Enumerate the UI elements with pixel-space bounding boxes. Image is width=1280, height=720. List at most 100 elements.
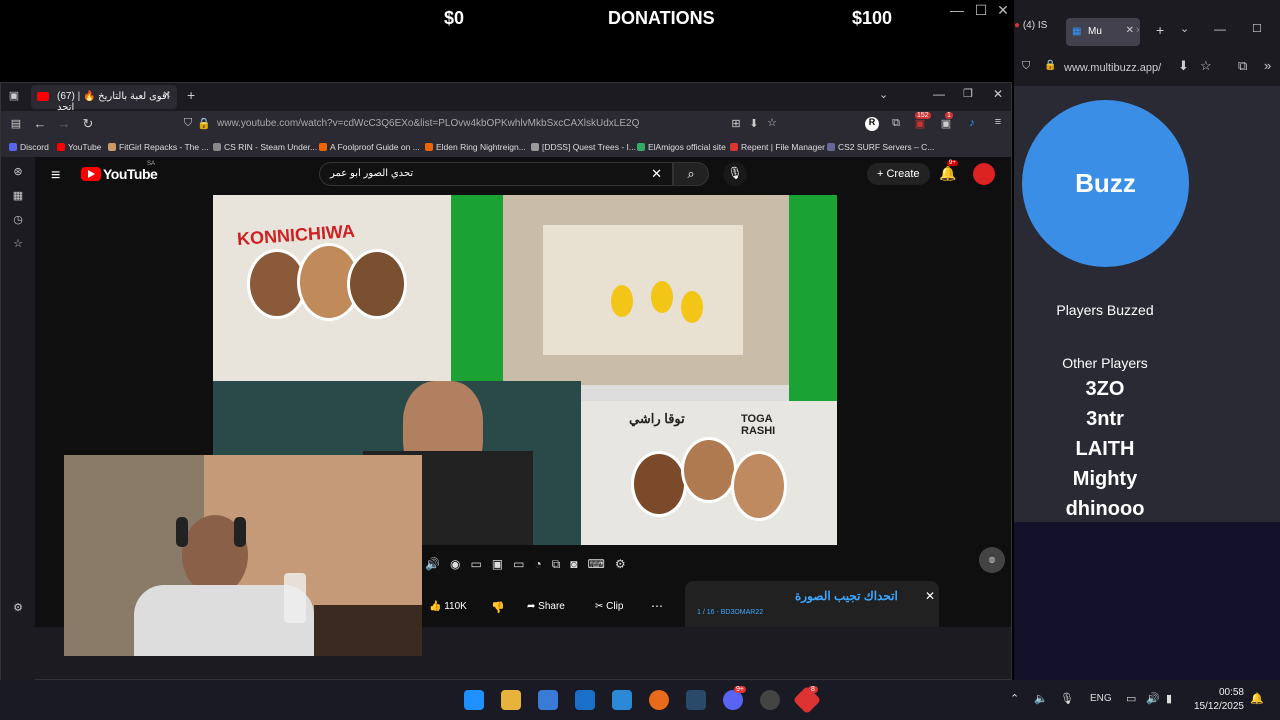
keyboard-icon[interactable]: ⌨ [588, 557, 615, 571]
minimize-icon[interactable]: — [1214, 22, 1226, 36]
forward-icon[interactable]: → [57, 116, 71, 131]
address-bar[interactable]: www.youtube.com/watch?v=cdWcC3Q6EXo&list… [217, 118, 639, 129]
playlist-panel[interactable]: اتحداك تجيب الصورة 1 / 16 - BD3OMAR22 ✕ [685, 581, 939, 627]
avatar[interactable] [973, 163, 995, 185]
new-tab-icon[interactable]: + [1156, 22, 1164, 38]
battery-icon[interactable]: ▮ [1166, 692, 1172, 705]
firefox-icon[interactable] [649, 690, 669, 710]
screenshot-icon[interactable]: ◙ [570, 557, 587, 571]
shield-icon[interactable]: ⛉ [1022, 60, 1030, 73]
bookmark-star-icon[interactable]: ☆ [765, 116, 779, 130]
shield-icon[interactable]: ⛉ [181, 117, 195, 131]
volume-icon[interactable]: 🔊 [425, 557, 450, 571]
minimize-icon[interactable]: — [933, 87, 945, 101]
back-icon[interactable]: ← [33, 116, 47, 131]
clock-date[interactable]: 15/12/2025 [1188, 701, 1244, 712]
sidebar-toggle-icon[interactable]: ▤ [9, 117, 23, 131]
close-icon[interactable]: ✕ [993, 87, 1003, 101]
extension2-icon[interactable]: ▣ [939, 117, 953, 131]
volume-icon[interactable]: 🔊 [1146, 692, 1160, 705]
youtube-logo-icon[interactable] [81, 167, 101, 181]
tab-overview-icon[interactable]: ▣ [7, 89, 21, 103]
bookmark-fitgirl[interactable]: FitGirl Repacks - The ... [108, 142, 209, 152]
clear-search-icon[interactable]: ✕ [651, 166, 662, 182]
bookmark-discord[interactable]: Discord [9, 142, 49, 152]
dislike-icon[interactable]: 👎 [491, 601, 505, 614]
settings-gear-icon[interactable]: ⚙ [11, 601, 25, 615]
reload-icon[interactable]: ↻ [81, 116, 95, 131]
bookmark-cs2surf[interactable]: CS2 SURF Servers – C... [827, 142, 934, 152]
youtube-logo-text[interactable]: YouTube [103, 166, 158, 182]
minimize-icon[interactable]: — [946, 2, 968, 18]
theater-icon[interactable]: ▭ [513, 557, 534, 571]
microphone-icon[interactable]: 🎙 [1060, 692, 1074, 705]
notification-center-icon[interactable]: 🔔 [1250, 692, 1264, 705]
extension-r-icon[interactable]: R [865, 117, 879, 131]
store-icon[interactable] [538, 690, 558, 710]
tab-multibuzz[interactable]: ▦ Mu ✕ [1066, 18, 1140, 46]
library-icon[interactable]: ▦ [11, 189, 25, 203]
subtitles-icon[interactable]: ▭ [470, 557, 491, 571]
new-tab-icon[interactable]: + [187, 87, 195, 103]
language-indicator[interactable]: ENG [1090, 693, 1112, 704]
bookmark-ddss[interactable]: [DDSS] Quest Trees - I... [531, 142, 636, 152]
pip-icon[interactable]: ⧉ [552, 557, 571, 571]
windows-start-icon[interactable] [464, 690, 484, 710]
file-explorer-icon[interactable] [501, 690, 521, 710]
bookmark-repent[interactable]: Repent | File Manager [730, 142, 825, 152]
bookmark-guide[interactable]: A Foolproof Guide on ... [319, 142, 420, 152]
download-icon[interactable]: ⬇ [747, 117, 761, 131]
history-icon[interactable]: ◷ [11, 213, 25, 227]
network-icon[interactable]: ▭ [1126, 692, 1136, 705]
like-button[interactable]: 👍 110K [429, 601, 467, 612]
extension-badge-icon[interactable]: ▣ [913, 117, 927, 131]
miniplayer-icon[interactable]: ▣ [492, 557, 513, 571]
clip-button[interactable]: ✂ Clip [595, 601, 623, 612]
microphone-icon[interactable]: 🎙 [723, 162, 747, 186]
extension-sidebar-icon[interactable]: ⊛ [11, 165, 25, 179]
vscode-icon[interactable] [612, 690, 632, 710]
menu-icon[interactable]: ≡ [991, 116, 1005, 130]
bookmark-csrin[interactable]: CS RIN - Steam Under... [213, 142, 317, 152]
tab-other[interactable]: ● (4) IS [1014, 20, 1047, 31]
maximize-icon[interactable]: ☐ [970, 2, 992, 19]
more-options-icon[interactable]: ⋯ [651, 599, 663, 613]
extensions-icon[interactable]: ⧉ [1238, 58, 1247, 74]
extension3-icon[interactable]: ♪ [965, 117, 979, 131]
close-icon[interactable]: ✕ [992, 2, 1014, 19]
speaker-icon[interactable]: 🔈 [1034, 692, 1048, 705]
obs-icon[interactable] [760, 690, 780, 710]
channel-watermark-icon[interactable]: ◍ [979, 547, 1005, 573]
overflow-icon[interactable]: » [1264, 58, 1271, 73]
bookmarks-icon[interactable]: ☆ [11, 237, 25, 251]
hamburger-menu-icon[interactable]: ≡ [51, 167, 60, 185]
tab-close-icon[interactable]: ✕ [1126, 25, 1134, 36]
download-icon[interactable]: ⬇ [1178, 58, 1189, 74]
maximize-icon[interactable]: ☐ [1252, 22, 1262, 35]
extensions-icon[interactable]: ⧉ [889, 117, 903, 131]
restore-icon[interactable]: ❐ [963, 87, 973, 100]
notifications-bell-icon[interactable]: 🔔 [939, 165, 956, 182]
tray-chevron-up-icon[interactable]: ⌃ [1010, 692, 1019, 705]
chevron-right-icon[interactable]: › [1136, 24, 1140, 36]
speed-icon[interactable]: ◔ [534, 557, 551, 571]
bookmark-star-icon[interactable]: ☆ [1200, 58, 1212, 74]
bookmark-elamigos[interactable]: ElAmigos official site [637, 142, 726, 152]
discord-icon[interactable] [723, 690, 743, 710]
autoplay-icon[interactable]: ◉ [450, 557, 470, 571]
search-icon[interactable]: ⌕ [673, 162, 709, 186]
close-playlist-icon[interactable]: ✕ [925, 589, 935, 603]
buzz-button[interactable]: Buzz [1022, 100, 1189, 267]
bookmark-eldenring[interactable]: Elden Ring Nightreign... [425, 142, 526, 152]
clock-time[interactable]: 00:58 [1202, 687, 1244, 698]
tab-close-icon[interactable]: ✕ [163, 90, 171, 101]
outlook-icon[interactable] [575, 690, 595, 710]
create-button[interactable]: + Create [867, 163, 930, 185]
player-controls[interactable]: 🔊◉▭▣▭◔⧉◙⌨⚙ [425, 557, 636, 572]
settings-icon[interactable]: ⚙ [615, 557, 636, 571]
address-bar[interactable]: www.multibuzz.app/ [1064, 62, 1161, 74]
share-button[interactable]: ➦ Share [527, 601, 565, 612]
playlist-title[interactable]: اتحداك تجيب الصورة [795, 589, 898, 603]
search-input[interactable]: تحدي الصور ابو عمر ✕ [319, 162, 673, 186]
chevron-down-icon[interactable]: ⌄ [1180, 22, 1189, 35]
